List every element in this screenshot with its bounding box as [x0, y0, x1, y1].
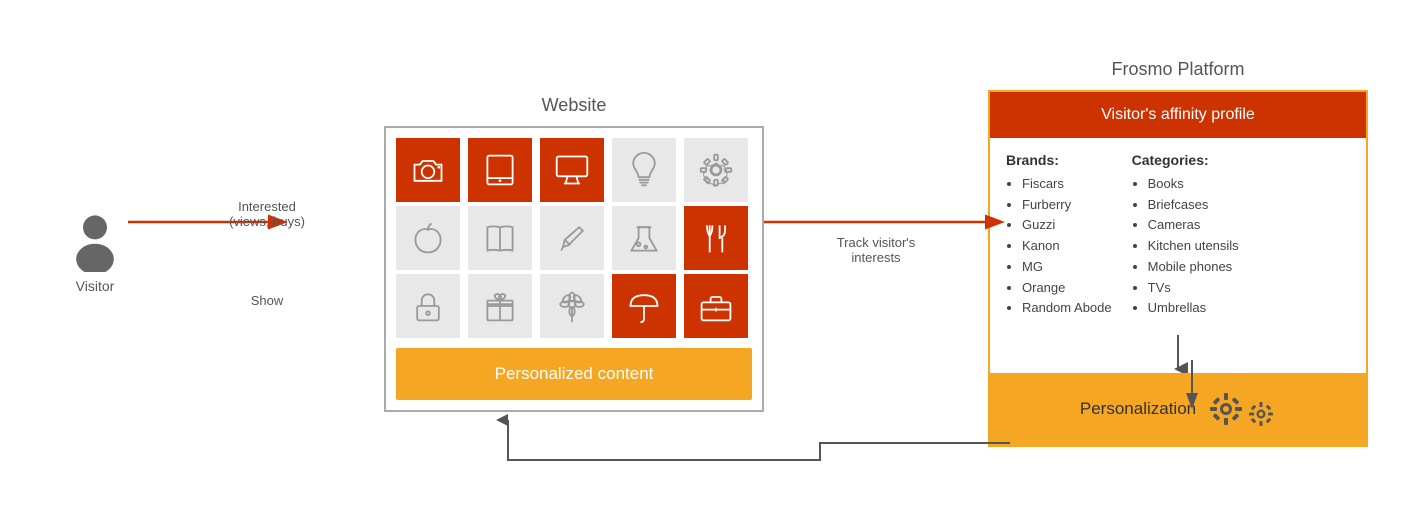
- brand-item: Furberry: [1022, 195, 1112, 216]
- diagram-container: Visitor Interested (views, buys) Show We…: [0, 0, 1408, 506]
- affinity-body: Brands: Fiscars Furberry Guzzi Kanon MG …: [990, 138, 1366, 334]
- website-box: Personalized content: [384, 126, 764, 412]
- categories-label: Categories:: [1132, 152, 1239, 168]
- icon-fork-knife: [684, 206, 748, 270]
- icon-lightbulb: [612, 138, 676, 202]
- icon-flask: [612, 206, 676, 270]
- icon-gear: [684, 138, 748, 202]
- category-item: Books: [1148, 174, 1239, 195]
- brand-item: Random Abode: [1022, 298, 1112, 319]
- personalization-btn: Personalization: [990, 373, 1366, 445]
- brands-label: Brands:: [1006, 152, 1112, 168]
- icon-lock: [396, 274, 460, 338]
- icon-umbrella: [612, 274, 676, 338]
- arrow-section-middle: Track visitor's interests: [816, 235, 936, 271]
- category-item: Briefcases: [1148, 195, 1239, 216]
- category-item: Kitchen utensils: [1148, 236, 1239, 257]
- affinity-brands-col: Brands: Fiscars Furberry Guzzi Kanon MG …: [1006, 152, 1112, 320]
- icon-camera: [396, 138, 460, 202]
- affinity-header: Visitor's affinity profile: [990, 92, 1366, 138]
- frosmo-title: Frosmo Platform: [1111, 59, 1244, 80]
- icon-grid: [396, 138, 752, 338]
- icon-gift: [468, 274, 532, 338]
- show-label: Show: [251, 293, 284, 308]
- categories-list: Books Briefcases Cameras Kitchen utensil…: [1132, 174, 1239, 320]
- icon-monitor: [540, 138, 604, 202]
- brand-item: Fiscars: [1022, 174, 1112, 195]
- icon-briefcase: [684, 274, 748, 338]
- website-title: Website: [542, 95, 607, 116]
- arrow-spacer: [990, 333, 1366, 373]
- interested-label: Interested (views, buys): [229, 199, 305, 229]
- icon-tablet: [468, 138, 532, 202]
- website-section: Website: [384, 95, 764, 412]
- category-item: Cameras: [1148, 215, 1239, 236]
- category-item: TVs: [1148, 278, 1239, 299]
- brand-item: Orange: [1022, 278, 1112, 299]
- icon-flower: [540, 274, 604, 338]
- category-item: Mobile phones: [1148, 257, 1239, 278]
- personalization-label: Personalization: [1080, 399, 1196, 419]
- icon-book: [468, 206, 532, 270]
- gear-icon: [1206, 389, 1246, 429]
- icon-apple: [396, 206, 460, 270]
- frosmo-section: Frosmo Platform Visitor's affinity profi…: [988, 59, 1368, 448]
- arrow-section-left: Interested (views, buys) Show: [202, 199, 332, 308]
- category-item: Umbrellas: [1148, 298, 1239, 319]
- brand-item: Kanon: [1022, 236, 1112, 257]
- brand-item: MG: [1022, 257, 1112, 278]
- brand-item: Guzzi: [1022, 215, 1112, 236]
- gear-icon-small: [1246, 399, 1276, 429]
- personalization-to-website-arrow: [508, 420, 1010, 460]
- track-label: Track visitor's interests: [816, 235, 936, 265]
- visitor-section: Visitor: [40, 212, 150, 294]
- visitor-label: Visitor: [76, 278, 115, 294]
- down-arrow-svg: [1168, 333, 1188, 373]
- personalized-content-btn: Personalized content: [396, 348, 752, 400]
- icon-pencil: [540, 206, 604, 270]
- affinity-categories-col: Categories: Books Briefcases Cameras Kit…: [1132, 152, 1239, 320]
- affinity-columns: Brands: Fiscars Furberry Guzzi Kanon MG …: [1006, 152, 1350, 320]
- frosmo-box: Visitor's affinity profile Brands: Fisca…: [988, 90, 1368, 448]
- brands-list: Fiscars Furberry Guzzi Kanon MG Orange R…: [1006, 174, 1112, 320]
- visitor-avatar: [65, 212, 125, 272]
